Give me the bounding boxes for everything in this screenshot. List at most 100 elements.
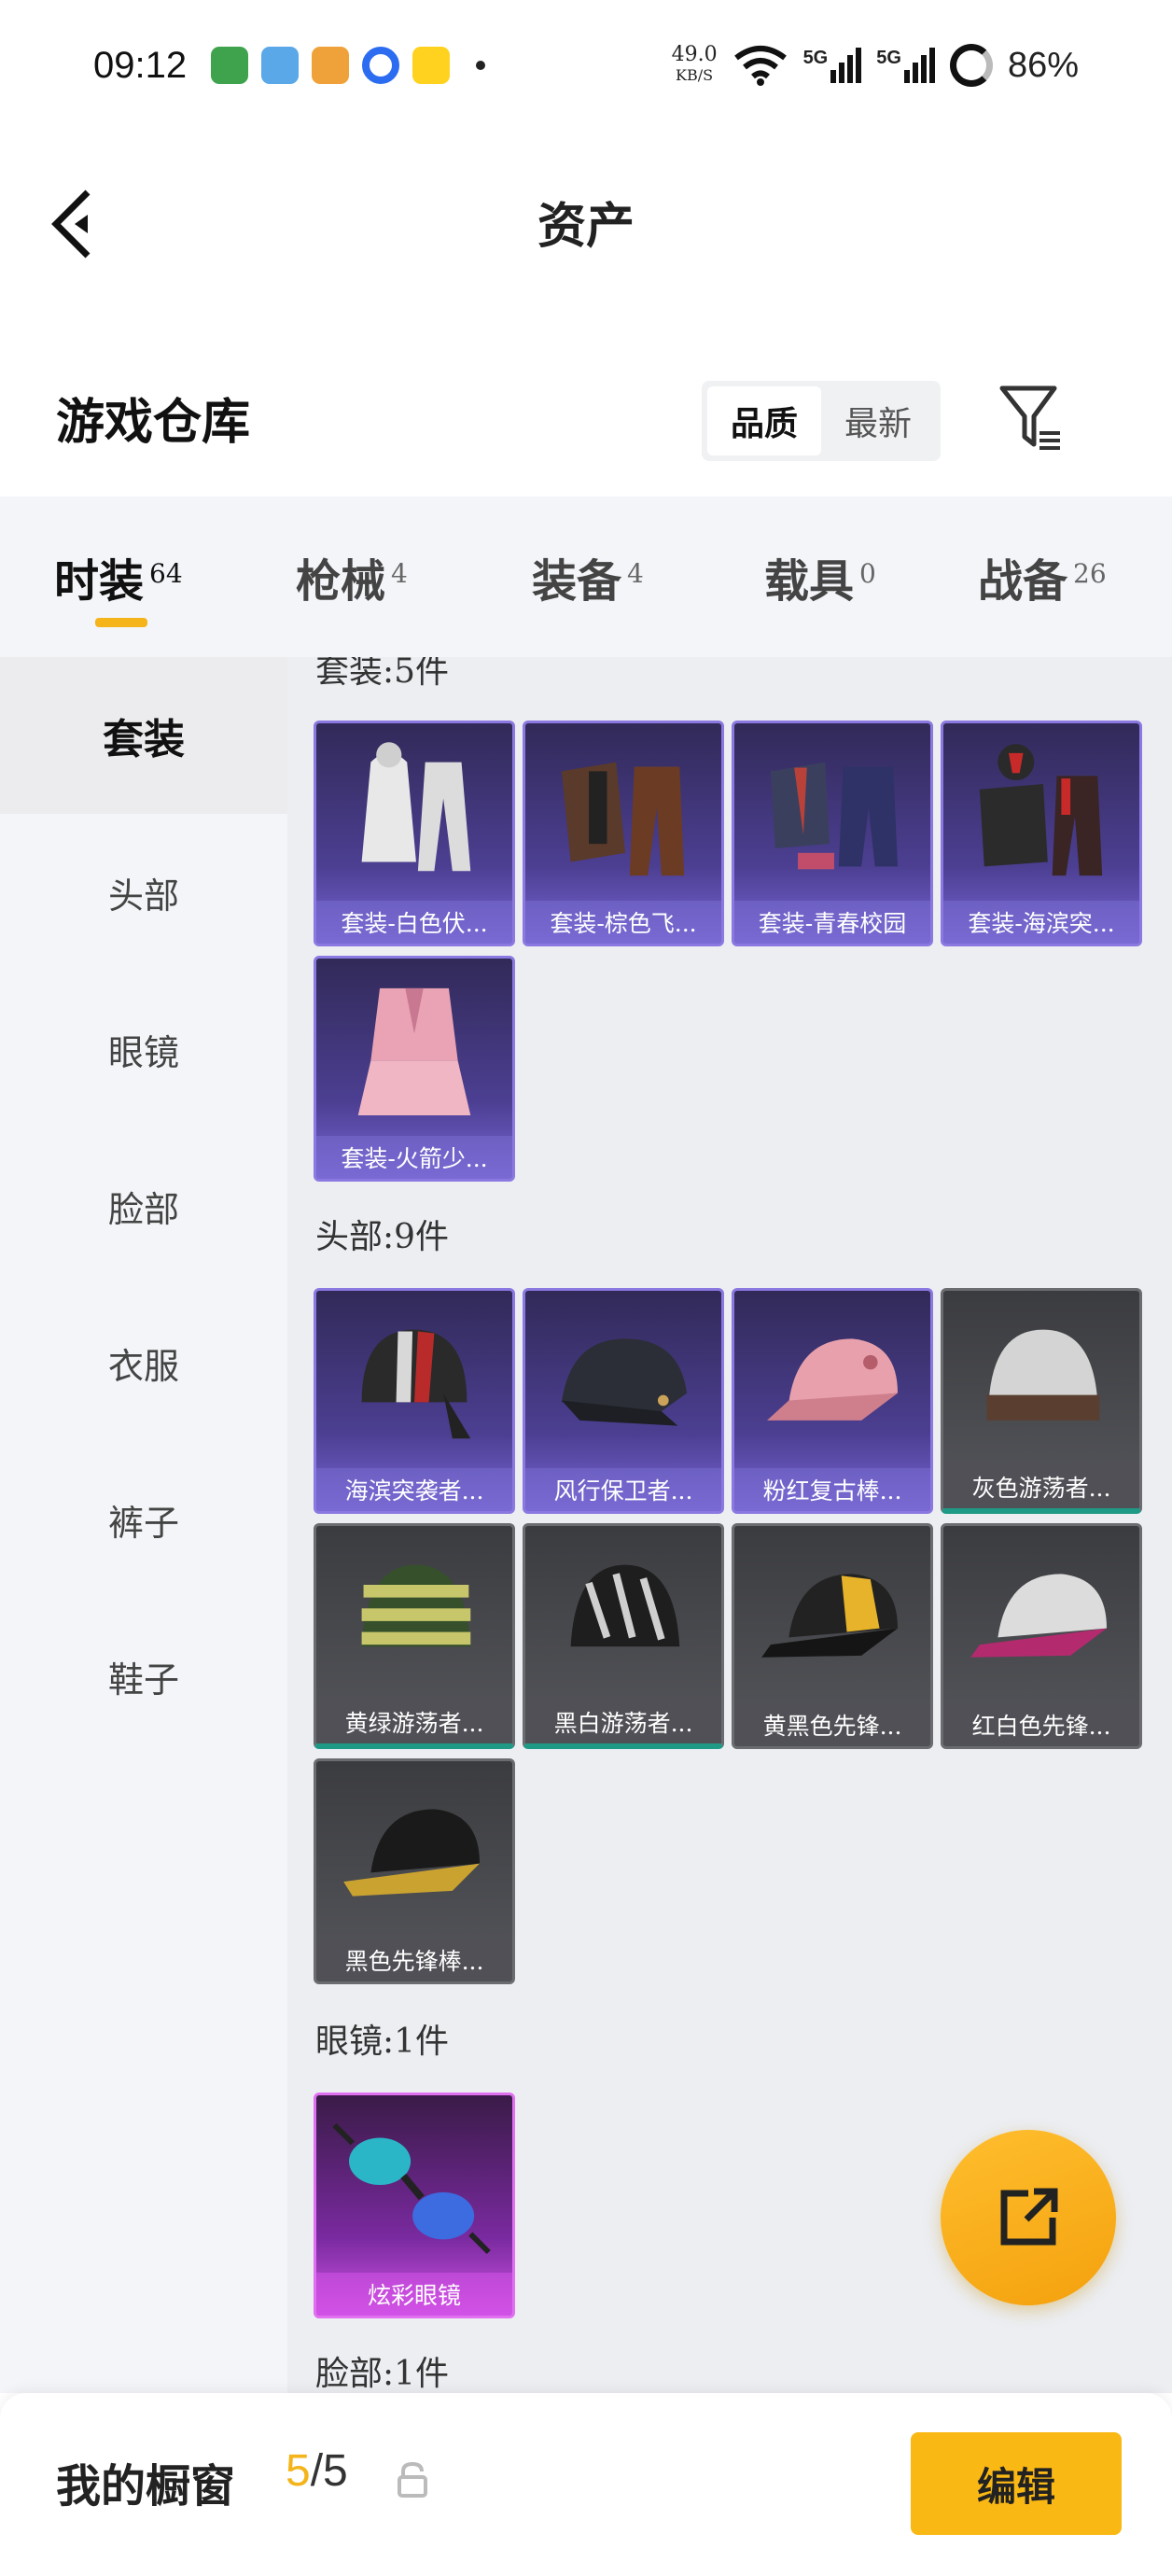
item-label: 灰色游荡者... xyxy=(943,1465,1139,1508)
showcase-label: 我的橱窗 xyxy=(56,2460,236,2513)
tab-fashion[interactable]: 时装 64 xyxy=(0,497,229,657)
red-white-cap-icon xyxy=(970,1574,1107,1658)
school-uniform-outfit-icon xyxy=(770,762,898,870)
item-label: 套装-棕色飞... xyxy=(525,901,721,944)
warehouse-title: 游戏仓库 xyxy=(56,394,251,451)
tab-count: 26 xyxy=(1073,557,1107,589)
item-card[interactable]: 风行保卫者... xyxy=(523,1288,724,1514)
item-label: 红白色先锋... xyxy=(943,1703,1139,1746)
item-card[interactable]: 黑白游荡者... xyxy=(523,1523,724,1749)
tab-equipment[interactable]: 装备 4 xyxy=(457,497,686,657)
signal-icon-1: 5G xyxy=(803,48,862,83)
sidebar-item-face[interactable]: 脸部 xyxy=(0,1127,287,1284)
yellow-app-icon xyxy=(412,47,451,84)
item-label: 黄绿游荡者... xyxy=(316,1701,512,1743)
sort-toggle: 品质 最新 xyxy=(702,381,941,461)
category-sidebar: 套装 头部 眼镜 脸部 衣服 裤子 鞋子 xyxy=(0,657,287,2393)
wifi-icon xyxy=(733,46,787,86)
item-card[interactable]: 黄绿游荡者... xyxy=(314,1523,515,1749)
share-fab-button[interactable] xyxy=(941,2130,1116,2305)
signal-icon-2: 5G xyxy=(876,48,935,83)
tab-combat-supplies[interactable]: 战备 26 xyxy=(914,497,1143,657)
weather-app-icon xyxy=(261,47,300,84)
sidebar-item-shoes[interactable]: 鞋子 xyxy=(0,1598,287,1755)
item-label: 套装-海滨突... xyxy=(943,901,1139,944)
sidebar-item-suits[interactable]: 套装 xyxy=(0,657,287,814)
item-label: 黄黑色先锋... xyxy=(734,1703,930,1746)
brown-jacket-outfit-icon xyxy=(561,762,685,876)
sidebar-item-glasses[interactable]: 眼镜 xyxy=(0,971,287,1127)
tab-guns[interactable]: 枪械 4 xyxy=(229,497,457,657)
status-time: 09:12 xyxy=(93,44,188,86)
item-label: 套装-白色伏... xyxy=(316,901,512,944)
battery-level: 86% xyxy=(1007,45,1079,85)
tab-vehicles[interactable]: 载具 0 xyxy=(686,497,914,657)
tab-label: 装备 xyxy=(532,555,622,608)
signal-1-label: 5G xyxy=(802,48,829,68)
colorful-glasses-icon xyxy=(332,2122,491,2255)
yellow-black-cap-icon xyxy=(761,1574,898,1658)
edit-button[interactable]: 编辑 xyxy=(911,2432,1122,2535)
item-label: 黑白游荡者... xyxy=(525,1701,721,1743)
gray-beanie-icon xyxy=(986,1329,1100,1421)
beach-raider-outfit-icon xyxy=(979,744,1103,876)
notification-icons xyxy=(211,47,486,84)
sort-quality-button[interactable]: 品质 xyxy=(707,386,821,455)
battery-icon xyxy=(949,44,993,87)
yellow-green-beanie-icon xyxy=(361,1564,471,1647)
item-card[interactable]: 灰色游荡者... xyxy=(941,1288,1142,1514)
more-notifications-icon xyxy=(476,61,486,70)
status-bar: 09:12 49.0 KB/S 5G 5G 86% xyxy=(0,0,1172,131)
section-title-face: 脸部:1件 xyxy=(315,2355,450,2393)
item-card[interactable]: 套装-白色伏... xyxy=(314,721,515,946)
net-speed-unit: KB/S xyxy=(676,66,714,84)
item-label: 套装-青春校园 xyxy=(734,901,930,944)
tab-count: 4 xyxy=(391,557,408,589)
page-title: 资产 xyxy=(537,198,635,255)
sidebar-item-pants[interactable]: 裤子 xyxy=(0,1441,287,1598)
black-cap-icon xyxy=(343,1809,480,1897)
item-card[interactable]: 套装-海滨突... xyxy=(941,721,1142,946)
sidebar-item-clothes[interactable]: 衣服 xyxy=(0,1284,287,1441)
item-label: 风行保卫者... xyxy=(525,1468,721,1511)
showcase-bar: 我的橱窗 5/5 编辑 xyxy=(0,2393,1172,2576)
bandana-helmet-icon xyxy=(361,1329,471,1439)
tab-active-indicator xyxy=(95,618,147,627)
net-speed-value: 49.0 xyxy=(671,43,718,66)
item-card[interactable]: 红白色先锋... xyxy=(941,1523,1142,1749)
pink-baseball-cap-icon xyxy=(767,1338,898,1421)
warehouse-header: 游戏仓库 品质 最新 xyxy=(0,355,1172,485)
sidebar-item-head[interactable]: 头部 xyxy=(0,814,287,971)
tab-label: 战备 xyxy=(978,555,1068,608)
sort-newest-button[interactable]: 最新 xyxy=(821,386,935,455)
category-tabs: 时装 64 枪械 4 装备 4 载具 0 战备 26 xyxy=(0,497,1172,657)
item-card[interactable]: 海滨突袭者... xyxy=(314,1288,515,1514)
oppo-app-icon xyxy=(211,47,249,84)
net-speed: 49.0 KB/S xyxy=(672,45,718,86)
signal-2-label: 5G xyxy=(876,48,901,68)
blue-app-icon xyxy=(362,47,400,84)
section-title-head: 头部:9件 xyxy=(315,1218,450,1256)
tab-label: 载具 xyxy=(764,555,855,608)
tab-label: 时装 xyxy=(54,555,145,608)
item-card[interactable]: 套装-棕色飞... xyxy=(523,721,724,946)
item-label: 海滨突袭者... xyxy=(316,1468,512,1511)
showcase-total: /5 xyxy=(310,2446,348,2496)
item-card[interactable]: 套装-火箭少... xyxy=(314,956,515,1182)
showcase-current: 5 xyxy=(286,2446,311,2496)
item-card[interactable]: 黄黑色先锋... xyxy=(732,1523,933,1749)
item-card[interactable]: 粉红复古棒... xyxy=(732,1288,933,1514)
item-label: 黑色先锋棒... xyxy=(316,1939,512,1981)
header: 资产 xyxy=(0,131,1172,308)
item-label: 炫彩眼镜 xyxy=(316,2273,512,2316)
item-card[interactable]: 套装-青春校园 xyxy=(732,721,933,946)
share-icon xyxy=(1000,2188,1058,2246)
white-outfit-icon xyxy=(361,742,471,872)
pink-outfit-icon xyxy=(357,987,471,1115)
filter-icon[interactable] xyxy=(998,383,1064,457)
item-card[interactable]: 黑色先锋棒... xyxy=(314,1758,515,1984)
game-app-icon xyxy=(312,47,350,84)
lock-icon xyxy=(398,2461,427,2498)
item-label: 套装-火箭少... xyxy=(316,1136,512,1179)
item-card[interactable]: 炫彩眼镜 xyxy=(314,2093,515,2318)
